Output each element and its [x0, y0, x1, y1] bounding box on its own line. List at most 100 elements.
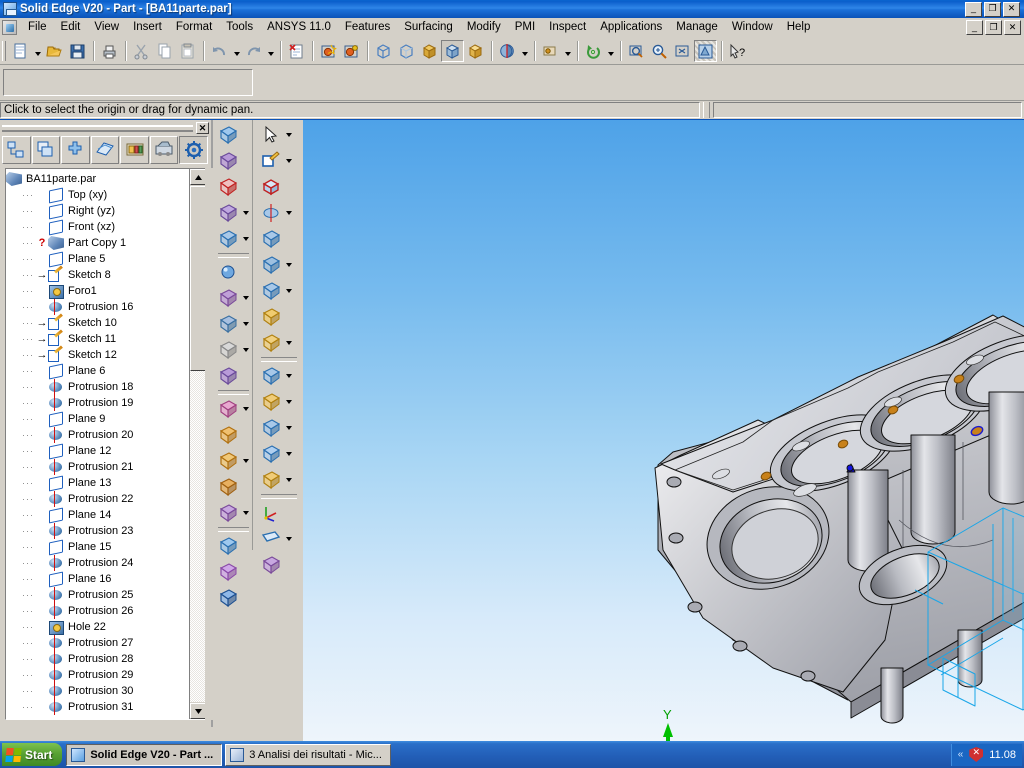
menu-item-file[interactable]: File [21, 19, 54, 35]
tree-item-protrusion-22[interactable]: ··· Protrusion 22 [6, 491, 189, 507]
prompt-grip[interactable] [703, 102, 710, 118]
doc-close-button[interactable]: ✕ [1004, 19, 1021, 35]
pattern-tool[interactable] [215, 397, 240, 421]
menu-item-ansys-11-0[interactable]: ANSYS 11.0 [260, 19, 338, 35]
menu-item-manage[interactable]: Manage [669, 19, 725, 35]
layers-tab[interactable] [31, 136, 61, 164]
copy-feature-tool[interactable] [215, 449, 240, 473]
tree-item-plane-12[interactable]: ··· Plane 12 [6, 443, 189, 459]
chamfer-tool-dropdown[interactable] [240, 322, 251, 326]
clock[interactable]: 11.08 [989, 749, 1016, 761]
tree-item-hole-22[interactable]: ··· Hole 22 [6, 619, 189, 635]
thicken-tool[interactable] [258, 331, 283, 355]
taskbar-item-solid-edge[interactable]: Solid Edge V20 - Part ... [66, 743, 223, 766]
draft-tool[interactable] [215, 338, 240, 362]
taskbar-item-word[interactable]: 3 Analisi dei risultati - Mic... [225, 743, 391, 766]
tree-item-right-yz[interactable]: ··· Right (yz) [6, 203, 189, 219]
sketch-tool[interactable] [258, 149, 283, 173]
tree-item-plane-5[interactable]: ··· Plane 5 [6, 251, 189, 267]
properties-button[interactable] [285, 40, 308, 62]
tree-item-foro1[interactable]: ··· Foro1 [6, 283, 189, 299]
tray-expand-button[interactable]: « [958, 749, 964, 760]
tree-item-sketch-10[interactable]: ··· → Sketch 10 [6, 315, 189, 331]
menu-item-applications[interactable]: Applications [593, 19, 669, 35]
tree-item-protrusion-21[interactable]: ··· Protrusion 21 [6, 459, 189, 475]
prompt-input-field[interactable] [713, 102, 1022, 118]
hole-feature-tool[interactable] [258, 279, 283, 303]
doc-minimize-button[interactable]: _ [966, 19, 983, 35]
solid-edge-app-icon[interactable] [3, 2, 17, 16]
tree-scroll-down-button[interactable] [190, 703, 205, 719]
tree-item-sketch-11[interactable]: ··· → Sketch 11 [6, 331, 189, 347]
save-file-button[interactable] [66, 40, 89, 62]
menu-item-insert[interactable]: Insert [126, 19, 169, 35]
thinwall-tool[interactable] [215, 364, 240, 388]
hole-tool[interactable] [215, 260, 240, 284]
new-file-dropdown[interactable] [32, 40, 43, 62]
mirror-tool[interactable] [215, 423, 240, 447]
toolbar-grip[interactable] [2, 41, 6, 61]
wireframe-view-button[interactable] [372, 40, 395, 62]
tree-item-protrusion-24[interactable]: ··· Protrusion 24 [6, 555, 189, 571]
bluesurf-tool[interactable] [258, 442, 283, 466]
tree-item-plane-6[interactable]: ··· Plane 6 [6, 363, 189, 379]
draft-tool-dropdown[interactable] [240, 348, 251, 352]
curve-tool[interactable] [215, 501, 240, 525]
zoom-area-button[interactable] [625, 40, 648, 62]
dome-tool[interactable] [258, 305, 283, 329]
tree-item-plane-13[interactable]: ··· Plane 13 [6, 475, 189, 491]
menu-item-pmi[interactable]: PMI [508, 19, 542, 35]
hidden-edges-view-button[interactable] [395, 40, 418, 62]
select-tool[interactable] [258, 123, 283, 147]
sensors-tab[interactable] [90, 136, 120, 164]
web-network-tool[interactable] [215, 560, 240, 584]
lofted-protrusion-tool[interactable] [215, 201, 240, 225]
visible-edges-view-button[interactable] [464, 40, 487, 62]
tree-item-protrusion-23[interactable]: ··· Protrusion 23 [6, 523, 189, 539]
lofted-protrusion-tool-dropdown[interactable] [240, 211, 251, 215]
redo-dropdown[interactable] [265, 40, 276, 62]
chamfer-tool[interactable] [215, 312, 240, 336]
menu-item-edit[interactable]: Edit [54, 19, 88, 35]
bluesurf-tool-dropdown[interactable] [283, 452, 294, 456]
tree-item-protrusion-25[interactable]: ··· Protrusion 25 [6, 587, 189, 603]
tree-item-protrusion-31[interactable]: ··· Protrusion 31 [6, 699, 189, 715]
menu-item-help[interactable]: Help [780, 19, 818, 35]
family-of-parts-tab[interactable] [61, 136, 90, 164]
rotate-view-button[interactable] [582, 40, 605, 62]
tree-item-plane-9[interactable]: ··· Plane 9 [6, 411, 189, 427]
tree-item-plane-16[interactable]: ··· Plane 16 [6, 571, 189, 587]
round-tool-dropdown[interactable] [240, 296, 251, 300]
cutout-tool[interactable] [258, 227, 283, 251]
swept-protrusion-tool[interactable] [215, 175, 240, 199]
select-tool-dropdown[interactable] [283, 133, 294, 137]
round-tool[interactable] [215, 286, 240, 310]
tree-item-plane-15[interactable]: ··· Plane 15 [6, 539, 189, 555]
close-button[interactable]: ✕ [1003, 1, 1020, 17]
protrusion-tool[interactable] [215, 123, 240, 147]
view-styles-dropdown[interactable] [562, 40, 573, 62]
revolved-protrusion-tool[interactable] [215, 149, 240, 173]
view-styles-button[interactable] [539, 40, 562, 62]
pattern-feature-tool[interactable] [258, 364, 283, 388]
helical-protrusion-tool[interactable] [215, 227, 240, 251]
tree-item-protrusion-28[interactable]: ··· Protrusion 28 [6, 651, 189, 667]
tree-scroll-up-button[interactable] [190, 169, 205, 185]
menu-item-window[interactable]: Window [725, 19, 780, 35]
menu-item-view[interactable]: View [87, 19, 126, 35]
coordinate-system-tool[interactable] [258, 501, 283, 525]
tree-scroll-thumb[interactable] [190, 186, 205, 371]
replace-face-tool-dropdown[interactable] [283, 478, 294, 482]
replace-face-tool[interactable] [258, 468, 283, 492]
open-file-button[interactable] [43, 40, 66, 62]
extrude-tool[interactable] [258, 175, 283, 199]
tree-item-protrusion-16[interactable]: ··· Protrusion 16 [6, 299, 189, 315]
live-section-tool[interactable] [258, 553, 283, 577]
link-part-copy-button[interactable] [340, 40, 363, 62]
sketch-tool-dropdown[interactable] [283, 159, 294, 163]
pattern-feature-tool-dropdown[interactable] [283, 374, 294, 378]
edgebar-close-button[interactable]: ✕ [196, 122, 209, 134]
tree-scrollbar[interactable] [189, 169, 205, 719]
redo-button[interactable] [242, 40, 265, 62]
tree-item-protrusion-27[interactable]: ··· Protrusion 27 [6, 635, 189, 651]
